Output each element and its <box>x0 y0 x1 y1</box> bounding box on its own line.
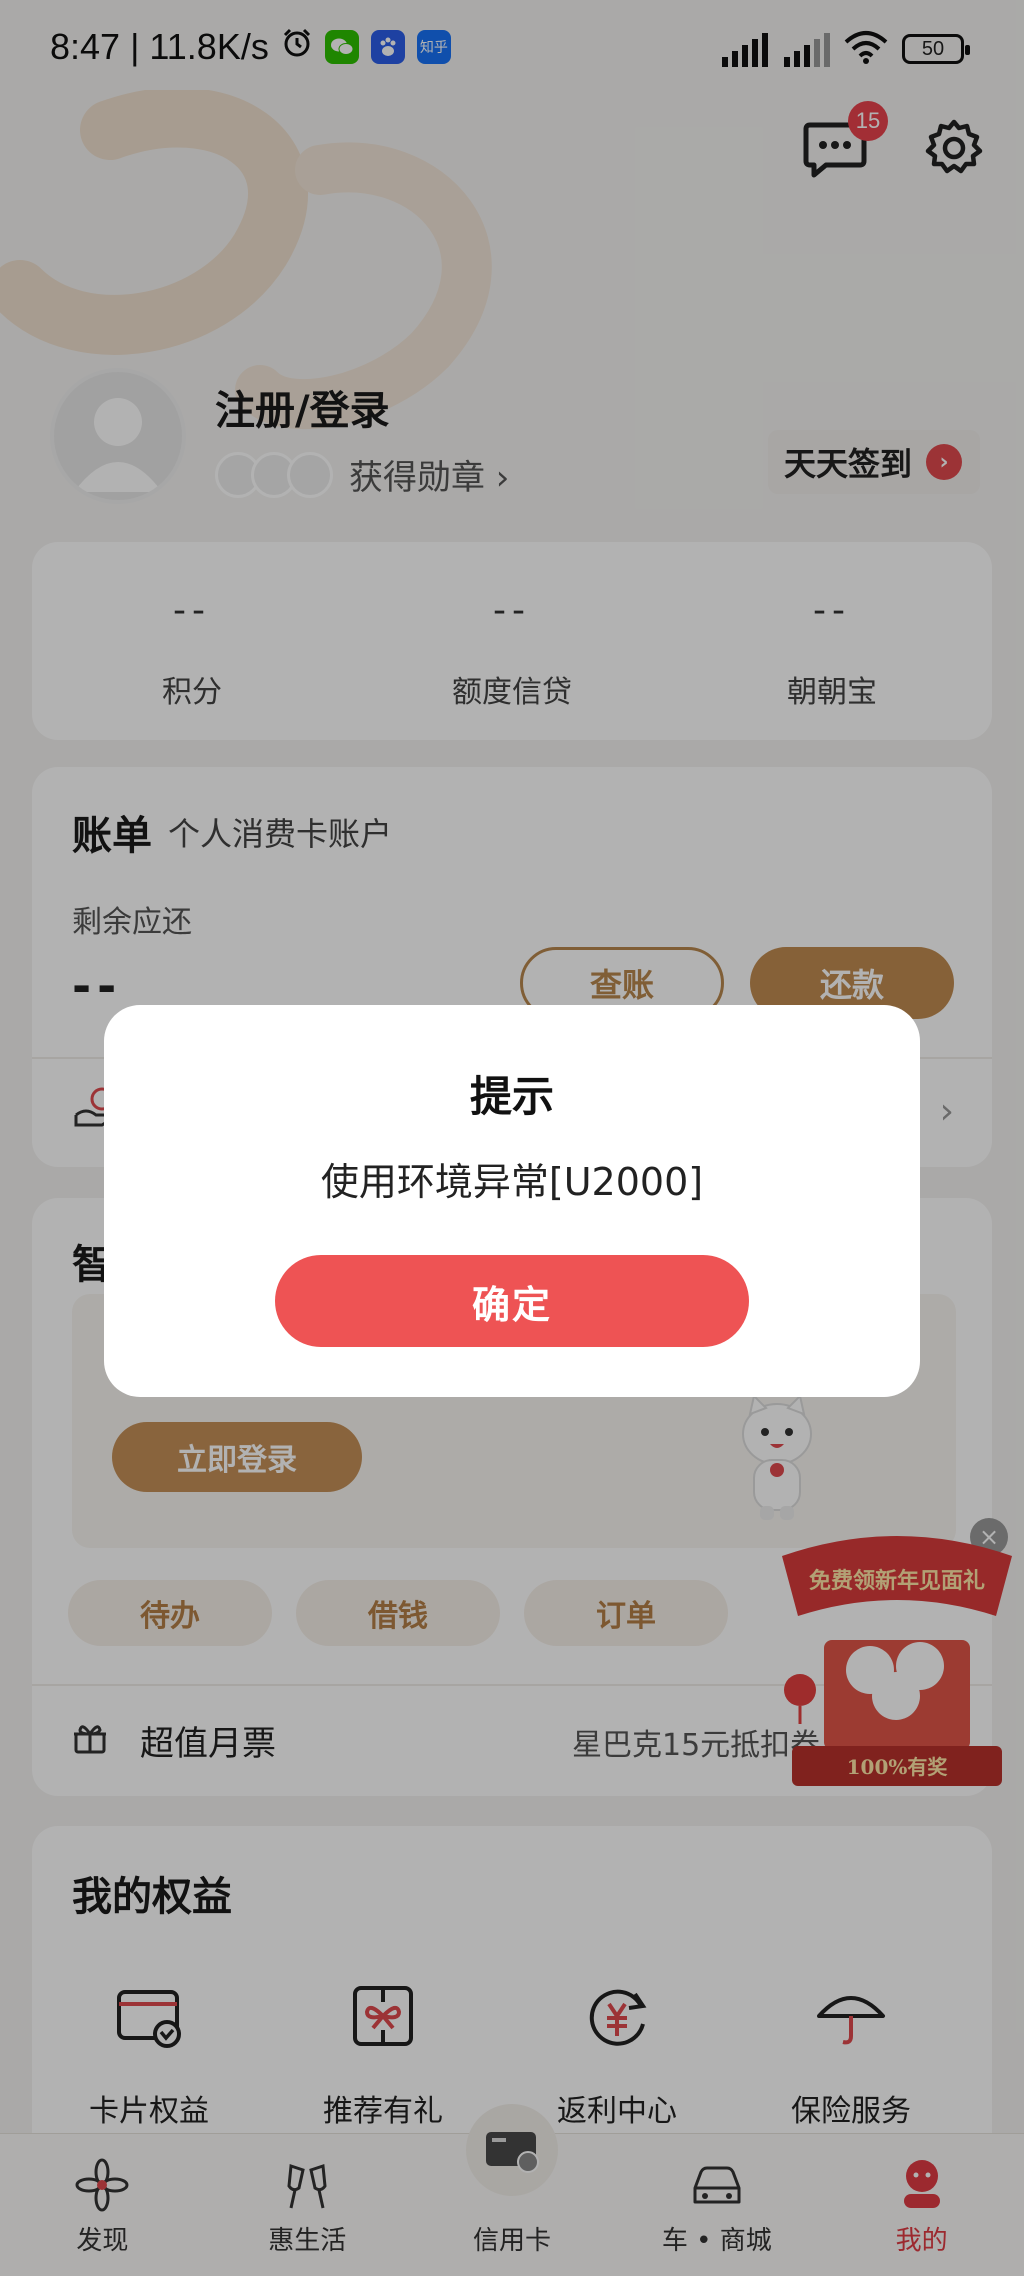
dialog-message: 使用环境异常[U2000] <box>320 1160 704 1204</box>
dialog-title: 提示 <box>469 1072 554 1121</box>
alert-dialog: 提示 使用环境异常[U2000] 确定 <box>104 1005 920 1397</box>
confirm-button[interactable]: 确定 <box>275 1255 749 1347</box>
